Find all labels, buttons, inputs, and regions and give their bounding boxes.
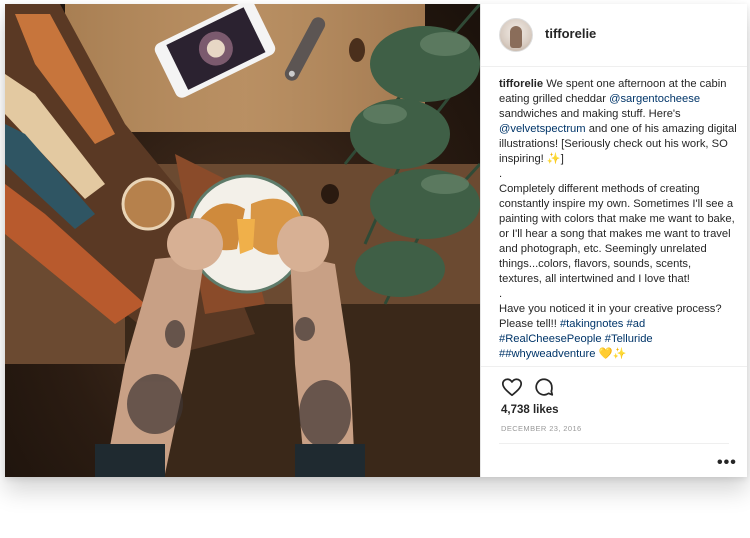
heart-icon[interactable] [501, 376, 523, 398]
likes-count[interactable]: 4,738 likes [501, 404, 559, 416]
post-card: tifforelie tifforelie We spent one after… [5, 4, 747, 477]
post-photo[interactable] [5, 4, 480, 477]
post-caption: tifforelie We spent one afternoon at the… [499, 77, 737, 362]
caption-dot-1: . [499, 168, 503, 180]
caption-emoji: 💛✨ [598, 348, 627, 360]
hashtag-whyweadventure[interactable]: #whyweadventure [505, 348, 595, 360]
post-date: DECEMBER 23, 2016 [501, 424, 582, 433]
actions-divider [499, 443, 729, 444]
comment-icon[interactable] [533, 376, 555, 398]
caption-username[interactable]: tifforelie [499, 78, 543, 90]
more-options-button[interactable]: ••• [717, 454, 737, 472]
hashtag-realcheesepeople[interactable]: #RealCheesePeople [499, 333, 602, 345]
avatar[interactable] [499, 18, 533, 52]
caption-paragraph-2: Completely different methods of creating… [499, 183, 735, 285]
hashtag-telluride[interactable]: #Telluride [605, 333, 653, 345]
mention-velvetspectrum[interactable]: @velvetspectrum [499, 123, 586, 135]
photo-illustration [5, 4, 480, 477]
caption-dot-2: . [499, 288, 503, 300]
hashtag-takingnotes[interactable]: #takingnotes [560, 318, 623, 330]
post-actions: 4,738 likes DECEMBER 23, 2016 ••• [481, 366, 747, 477]
post-header: tifforelie [481, 4, 747, 67]
caption-text-2: sandwiches and making stuff. Here's [499, 108, 681, 120]
header-username[interactable]: tifforelie [545, 26, 596, 41]
mention-sargentocheese[interactable]: @sargentocheese [609, 93, 700, 105]
post-details-panel: tifforelie tifforelie We spent one after… [481, 4, 747, 477]
hashtag-ad[interactable]: #ad [627, 318, 646, 330]
